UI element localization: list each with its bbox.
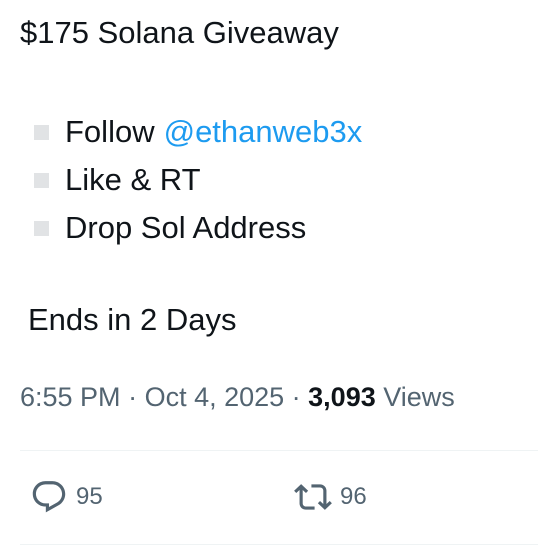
tweet-title: $175 Solana Giveaway (20, 15, 339, 50)
step-label: Follow (65, 114, 155, 149)
tweet-date[interactable]: Oct 4, 2025 (145, 382, 285, 412)
meta-separator: · (284, 382, 309, 412)
ends-text: Ends in 2 Days (28, 302, 237, 337)
step-follow: Follow @ethanweb3x (34, 108, 362, 156)
divider-top (20, 450, 538, 451)
square-bullet-icon (34, 172, 49, 188)
views-count: 3,093 (308, 382, 376, 412)
reply-button[interactable]: 95 (30, 474, 103, 520)
step-drop-address: Drop Sol Address (34, 204, 362, 252)
step-like-rt: Like & RT (34, 156, 362, 204)
tweet-meta: 6:55 PM · Oct 4, 2025 · 3,093 Views (20, 379, 455, 415)
tweet-actions: 95 96 (20, 474, 520, 520)
step-label: Like & RT (65, 162, 201, 197)
speech-bubble-icon (32, 481, 66, 513)
step-label: Drop Sol Address (65, 210, 307, 245)
divider-bottom (20, 544, 538, 545)
retweet-arrows-icon (294, 484, 332, 510)
step-list: Follow @ethanweb3x Like & RT Drop Sol Ad… (34, 108, 362, 252)
retweet-button[interactable]: 96 (294, 474, 367, 520)
tweet-time[interactable]: 6:55 PM (20, 382, 121, 412)
mention-link[interactable]: @ethanweb3x (164, 114, 363, 150)
tweet: $175 Solana Giveaway Follow @ethanweb3x … (0, 0, 538, 546)
square-bullet-icon (34, 124, 49, 140)
retweet-count: 96 (340, 483, 367, 510)
views-label: Views (375, 382, 455, 412)
reply-count: 95 (76, 483, 103, 510)
meta-separator: · (120, 382, 145, 412)
square-bullet-icon (34, 220, 49, 236)
